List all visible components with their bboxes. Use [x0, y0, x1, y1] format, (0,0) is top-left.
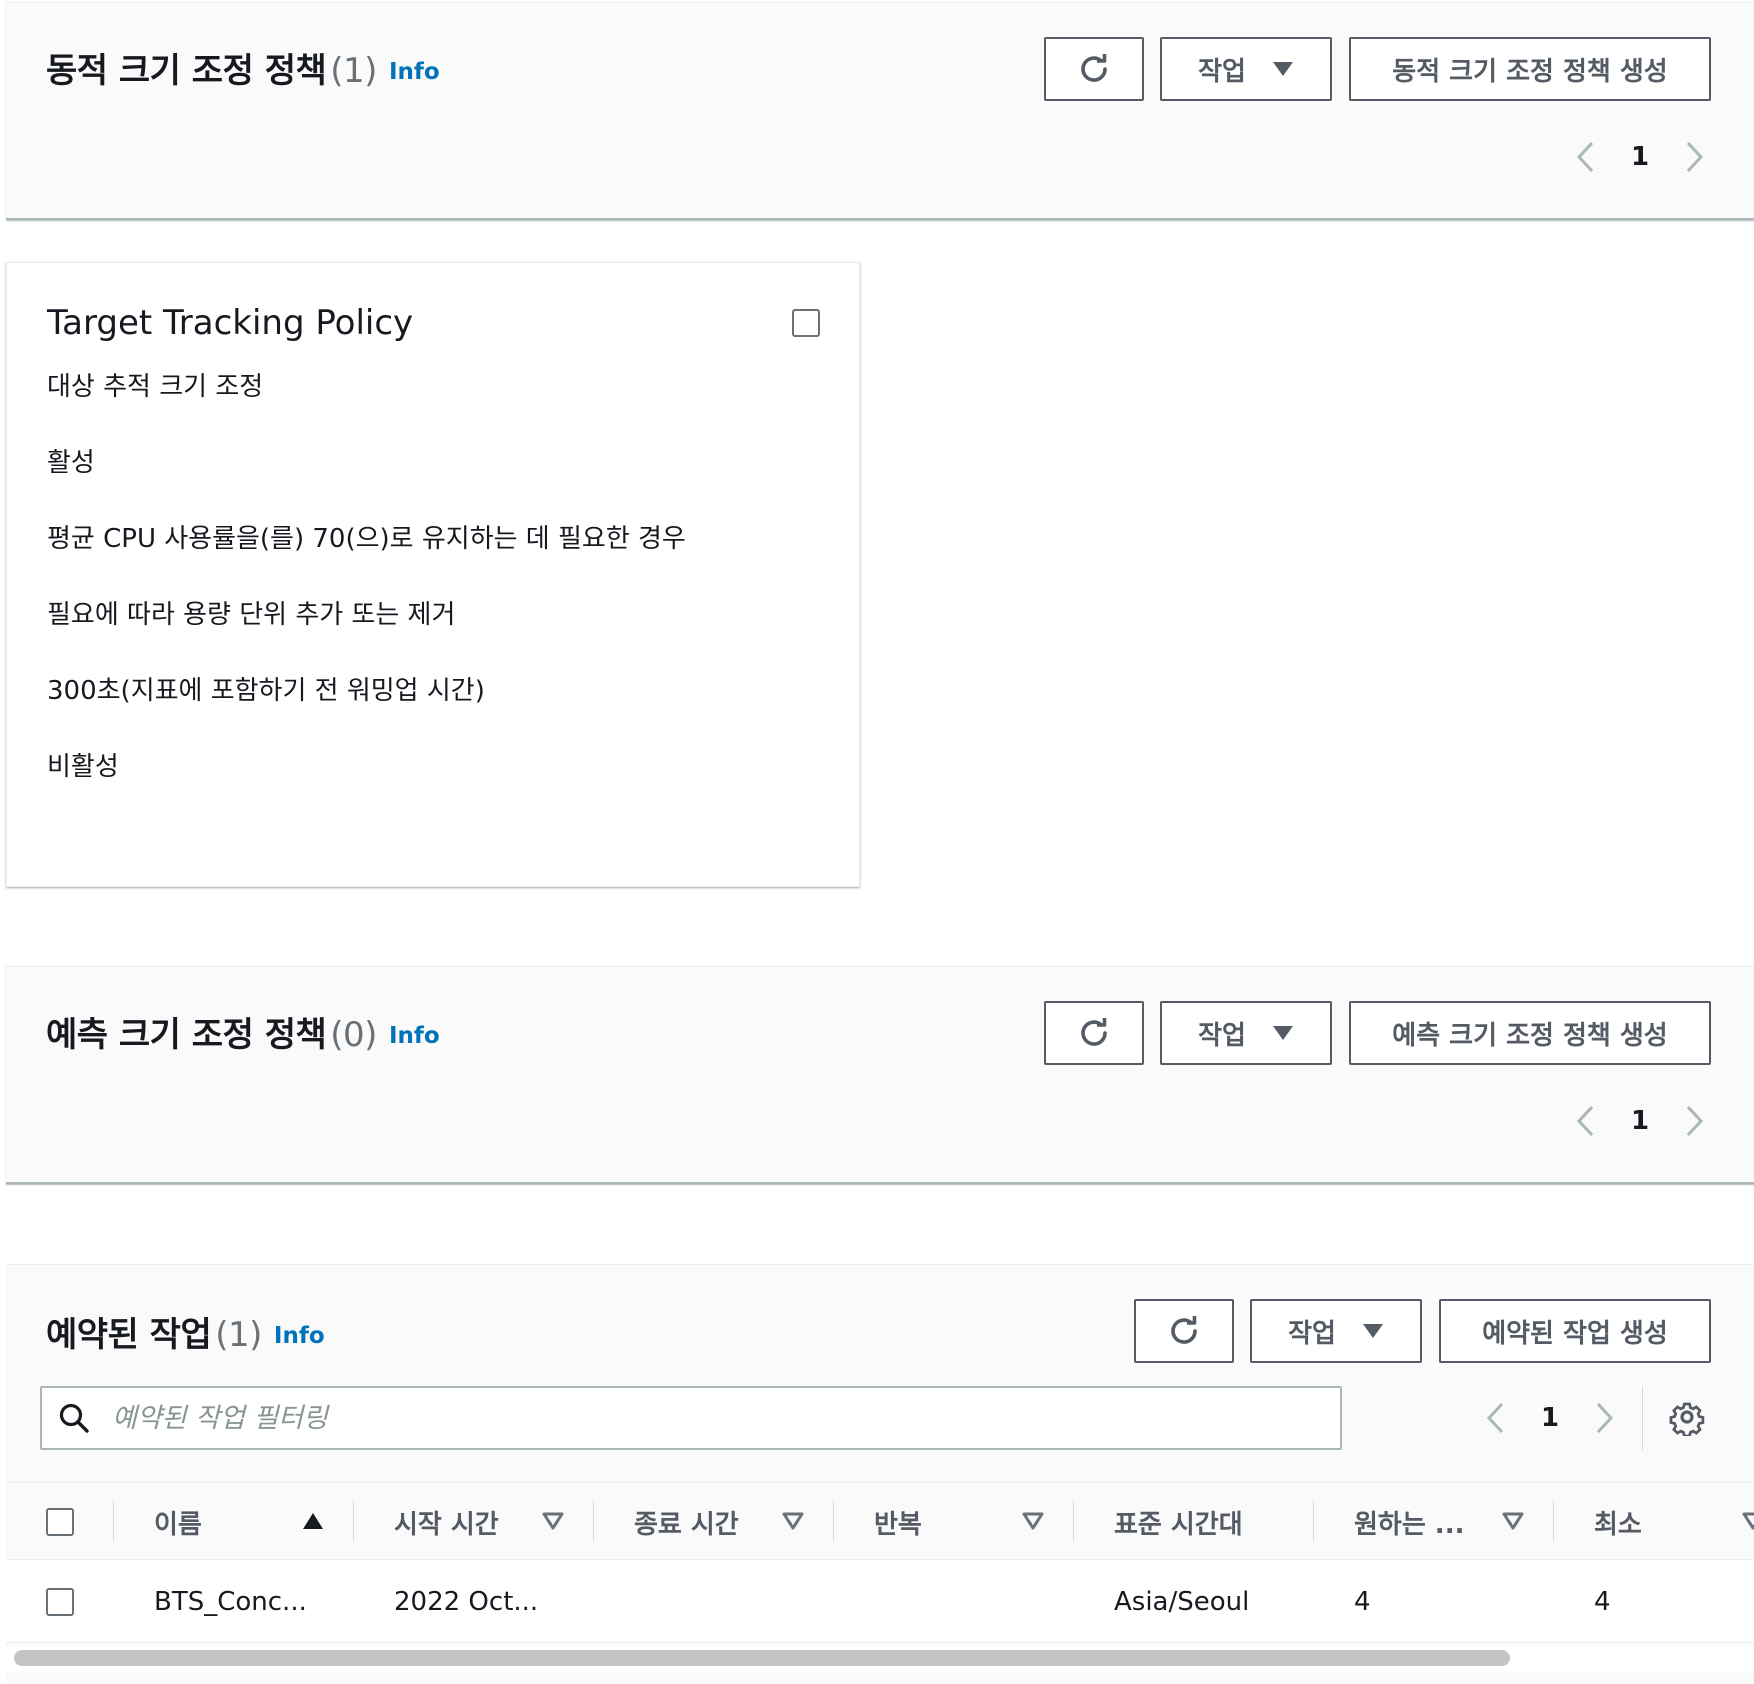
caret-down-icon [1272, 62, 1293, 76]
predictive-pagination: 1 [1568, 1101, 1712, 1141]
scheduled-actions-heading: 예약된 작업 (1) Info [46, 1307, 325, 1356]
column-divider [113, 1501, 114, 1541]
policy-select-checkbox[interactable] [792, 309, 820, 337]
create-scheduled-action-button[interactable]: 예약된 작업 생성 [1439, 1299, 1711, 1363]
cell-timezone: Asia/Seoul [1114, 1587, 1250, 1617]
sort-descending-icon[interactable] [1742, 1511, 1754, 1531]
search-icon [59, 1403, 89, 1433]
predictive-info-link[interactable]: Info [389, 1023, 440, 1049]
policy-status: 활성 [47, 448, 95, 478]
column-divider [353, 1501, 354, 1541]
dynamic-actions-label: 작업 [1198, 56, 1246, 87]
policy-type: 대상 추적 크기 조정 [47, 372, 264, 402]
refresh-icon [1081, 54, 1107, 82]
column-divider [833, 1501, 834, 1541]
create-predictive-policy-label: 예측 크기 조정 정책 생성 [1392, 1020, 1668, 1051]
refresh-icon [1171, 1316, 1197, 1344]
scheduled-page-number[interactable]: 1 [1512, 1403, 1588, 1433]
column-header-desired[interactable]: 원하는 ... [1354, 1483, 1464, 1561]
policy-card: Target Tracking Policy 대상 추적 크기 조정 활성 평균… [6, 262, 860, 887]
dynamic-policies-panel: 동적 크기 조정 정책 (1) Info 작업 동적 크기 조정 정책 생성 1 [6, 2, 1754, 220]
scheduled-table-header: 이름 시작 시간 종료 시간 반복 표준 시간대 원하는 ... 최소 [6, 1482, 1754, 1560]
sort-descending-icon[interactable] [1022, 1511, 1044, 1531]
predictive-policies-count: (0) [330, 1015, 377, 1055]
create-dynamic-policy-button[interactable]: 동적 크기 조정 정책 생성 [1349, 37, 1711, 101]
dynamic-info-link[interactable]: Info [389, 59, 440, 85]
chevron-left-icon[interactable] [1568, 137, 1602, 177]
create-scheduled-action-label: 예약된 작업 생성 [1482, 1318, 1668, 1349]
predictive-actions-label: 작업 [1198, 1020, 1246, 1051]
scheduled-actions-dropdown[interactable]: 작업 [1250, 1299, 1422, 1363]
sort-descending-icon[interactable] [1502, 1511, 1524, 1531]
gear-icon [1669, 1402, 1705, 1438]
scheduled-pagination: 1 [1478, 1398, 1622, 1438]
caret-down-icon [1272, 1026, 1293, 1040]
scrollbar-thumb[interactable] [14, 1650, 1510, 1666]
pagination-divider [1642, 1386, 1643, 1450]
column-divider [1073, 1501, 1074, 1541]
sort-descending-icon[interactable] [542, 1511, 564, 1531]
dynamic-actions-dropdown[interactable]: 작업 [1160, 37, 1332, 101]
dynamic-pagination: 1 [1568, 137, 1712, 177]
predictive-actions-dropdown[interactable]: 작업 [1160, 1001, 1332, 1065]
sort-descending-icon[interactable] [782, 1511, 804, 1531]
dynamic-policies-heading: 동적 크기 조정 정책 (1) Info [46, 43, 440, 92]
predictive-policies-panel: 예측 크기 조정 정책 (0) Info 작업 예측 크기 조정 정책 생성 1 [6, 966, 1754, 1184]
column-divider [593, 1501, 594, 1541]
column-header-recurrence[interactable]: 반복 [874, 1483, 922, 1561]
dynamic-policies-count: (1) [330, 51, 377, 91]
sort-ascending-icon[interactable] [302, 1511, 324, 1531]
table-row[interactable]: BTS_Conc... 2022 Oct... Asia/Seoul 4 4 [6, 1561, 1754, 1643]
predictive-refresh-button[interactable] [1044, 1001, 1144, 1065]
predictive-page-number[interactable]: 1 [1602, 1106, 1678, 1136]
cell-start-time: 2022 Oct... [394, 1587, 539, 1617]
policy-action: 필요에 따라 용량 단위 추가 또는 제거 [47, 600, 456, 630]
column-header-min[interactable]: 최소 [1594, 1483, 1642, 1561]
row-select-checkbox[interactable] [46, 1588, 74, 1616]
column-header-timezone[interactable]: 표준 시간대 [1114, 1483, 1243, 1561]
column-divider [1313, 1501, 1314, 1541]
predictive-policies-heading: 예측 크기 조정 정책 (0) Info [46, 1007, 440, 1056]
refresh-icon [1081, 1018, 1107, 1046]
cell-min: 4 [1594, 1587, 1611, 1617]
create-predictive-policy-button[interactable]: 예측 크기 조정 정책 생성 [1349, 1001, 1711, 1065]
predictive-policies-title: 예측 크기 조정 정책 [46, 1015, 327, 1055]
caret-down-icon [1362, 1324, 1383, 1338]
policy-metric-target: 평균 CPU 사용률을(를) 70(으)로 유지하는 데 필요한 경우 [47, 524, 686, 554]
table-settings-button[interactable] [1668, 1398, 1706, 1438]
dynamic-policies-title: 동적 크기 조정 정책 [46, 51, 327, 91]
column-divider [1553, 1501, 1554, 1541]
chevron-right-icon[interactable] [1588, 1398, 1622, 1438]
scheduled-refresh-button[interactable] [1134, 1299, 1234, 1363]
scheduled-actions-title: 예약된 작업 [46, 1315, 212, 1355]
create-dynamic-policy-label: 동적 크기 조정 정책 생성 [1392, 56, 1668, 87]
chevron-left-icon[interactable] [1568, 1101, 1602, 1141]
policy-warmup: 300초(지표에 포함하기 전 워밍업 시간) [47, 676, 485, 706]
chevron-right-icon[interactable] [1678, 137, 1712, 177]
dynamic-refresh-button[interactable] [1044, 37, 1144, 101]
cell-name: BTS_Conc... [154, 1587, 307, 1617]
column-header-start-time[interactable]: 시작 시간 [394, 1483, 499, 1561]
scheduled-info-link[interactable]: Info [274, 1323, 325, 1349]
horizontal-scrollbar[interactable] [6, 1646, 1754, 1672]
dynamic-page-number[interactable]: 1 [1602, 142, 1678, 172]
policy-scale-in: 비활성 [47, 752, 119, 782]
select-all-checkbox[interactable] [46, 1508, 74, 1536]
chevron-right-icon[interactable] [1678, 1101, 1712, 1141]
scheduled-actions-count: (1) [215, 1315, 262, 1355]
cell-desired: 4 [1354, 1587, 1371, 1617]
chevron-left-icon[interactable] [1478, 1398, 1512, 1438]
policy-name: Target Tracking Policy [47, 303, 414, 343]
scheduled-filter-input[interactable] [112, 1402, 1292, 1434]
column-header-name[interactable]: 이름 [154, 1483, 202, 1561]
column-header-end-time[interactable]: 종료 시간 [634, 1483, 739, 1561]
scheduled-filter-box[interactable] [40, 1386, 1342, 1450]
scheduled-actions-label: 작업 [1288, 1318, 1336, 1349]
